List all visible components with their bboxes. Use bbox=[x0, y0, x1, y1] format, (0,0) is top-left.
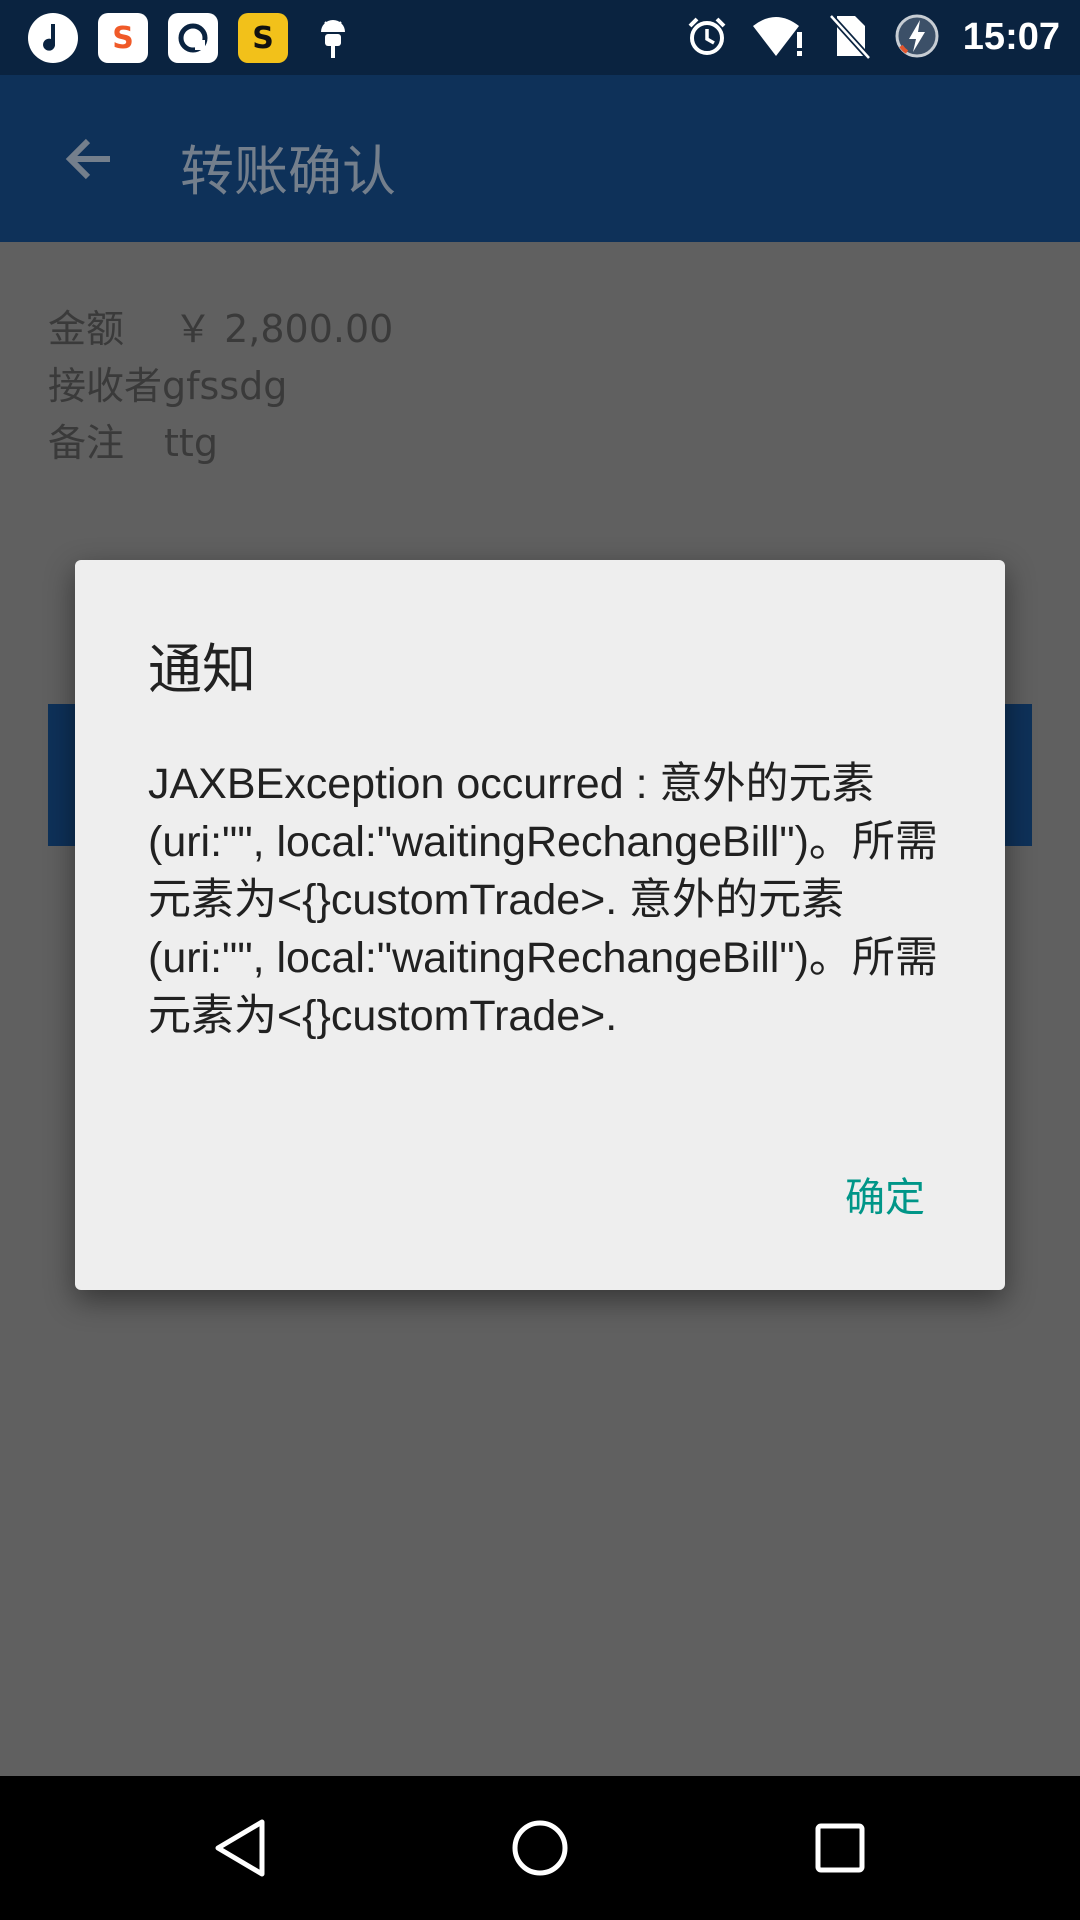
browser-app-icon bbox=[168, 13, 218, 63]
system-icons: 15:07 bbox=[685, 0, 1060, 75]
dialog-message: JAXBException occurred : 意外的元素 (uri:"", … bbox=[148, 760, 938, 1040]
note-row: 备注 ttg bbox=[48, 412, 218, 467]
notification-dialog: 通知 JAXBException occurred : 意外的元素 (uri:"… bbox=[75, 560, 1005, 1290]
wifi-icon bbox=[751, 14, 805, 62]
amount-label: 金额 bbox=[48, 307, 125, 351]
sogou-input-icon: S bbox=[98, 13, 148, 63]
nav-back-button[interactable] bbox=[190, 1798, 290, 1898]
arrow-back-icon bbox=[65, 138, 110, 180]
navigation-bar bbox=[0, 1776, 1080, 1920]
receiver-row: 接收者gfssdg bbox=[48, 355, 287, 410]
circle-home-icon bbox=[512, 1820, 568, 1876]
music-app-icon bbox=[28, 13, 78, 63]
note-value: ttg bbox=[164, 421, 218, 465]
game-app-icon: S bbox=[238, 13, 288, 63]
notification-icons: S S bbox=[28, 12, 358, 64]
status-bar: S S 15:07 bbox=[0, 0, 1080, 75]
nav-recents-button[interactable] bbox=[790, 1798, 890, 1898]
android-debug-icon bbox=[308, 13, 358, 63]
dialog-title: 通知 bbox=[148, 638, 256, 701]
nav-home-button[interactable] bbox=[490, 1798, 590, 1898]
no-sim-icon bbox=[827, 12, 872, 64]
page-title: 转账确认 bbox=[180, 140, 396, 203]
alarm-icon bbox=[685, 14, 729, 62]
receiver-label: 接收者 bbox=[48, 364, 163, 408]
triangle-back-icon bbox=[215, 1819, 265, 1877]
dialog-ok-button[interactable]: 确定 bbox=[845, 1165, 925, 1223]
battery-charging-icon bbox=[893, 12, 941, 64]
note-label: 备注 bbox=[48, 421, 125, 465]
square-recents-icon bbox=[815, 1823, 865, 1873]
amount-value: ￥ 2,800.00 bbox=[174, 307, 394, 351]
amount-row: 金额 ￥ 2,800.00 bbox=[48, 298, 393, 353]
back-button[interactable] bbox=[48, 117, 132, 201]
status-time: 15:07 bbox=[962, 16, 1060, 58]
app-toolbar: 转账确认 bbox=[0, 75, 1080, 242]
receiver-value: gfssdg bbox=[162, 364, 288, 408]
